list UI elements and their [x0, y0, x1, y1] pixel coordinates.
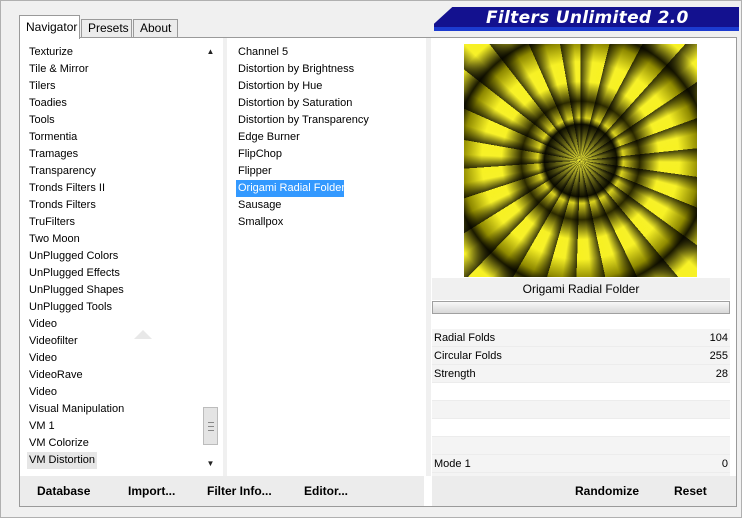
- param-row: [432, 383, 730, 401]
- param-row[interactable]: Circular Folds 255: [432, 347, 730, 365]
- category-item[interactable]: UnPlugged Tools: [27, 299, 199, 316]
- filter-item[interactable]: Origami Radial Folder: [236, 180, 345, 197]
- category-item[interactable]: Video: [27, 316, 199, 333]
- category-item[interactable]: Tormentia: [27, 129, 199, 146]
- category-item[interactable]: Tronds Filters: [27, 197, 199, 214]
- navigator-panel: Texturize Tile & Mirror Tilers Toadies Tools…: [19, 37, 737, 507]
- filter-item[interactable]: Distortion by Transparency: [236, 112, 426, 129]
- category-item[interactable]: VideoRave: [27, 367, 199, 384]
- param-label: Mode 1: [434, 458, 471, 470]
- category-item[interactable]: UnPlugged Effects: [27, 265, 199, 282]
- category-item[interactable]: VM 1: [27, 418, 199, 435]
- slider-pointer-icon: [134, 330, 152, 339]
- category-item[interactable]: VM Distortion: [27, 452, 97, 469]
- selected-filter-name: Origami Radial Folder: [432, 278, 730, 300]
- param-value: 255: [709, 350, 728, 362]
- category-item[interactable]: VM Stylize: [27, 469, 199, 470]
- bottom-toolbar: Database Import... Filter Info... Editor…: [20, 476, 736, 506]
- filter-item[interactable]: Smallpox: [236, 214, 426, 231]
- list-divider: [223, 38, 227, 476]
- param-row: [432, 419, 730, 437]
- param-label: Circular Folds: [434, 350, 502, 362]
- category-item[interactable]: Texturize: [27, 44, 199, 61]
- param-label: Radial Folds: [434, 332, 496, 344]
- category-item[interactable]: UnPlugged Colors: [27, 248, 199, 265]
- param-row: [432, 401, 730, 419]
- category-item[interactable]: Transparency: [27, 163, 199, 180]
- scroll-thumb[interactable]: [203, 407, 218, 445]
- grip-icon: [208, 422, 214, 431]
- import-button[interactable]: Import...: [128, 480, 175, 502]
- category-item[interactable]: Tramages: [27, 146, 199, 163]
- database-button[interactable]: Database: [37, 480, 90, 502]
- filter-info-button[interactable]: Filter Info...: [207, 480, 272, 502]
- category-item[interactable]: Videofilter: [27, 333, 199, 350]
- scroll-up-icon[interactable]: ▲: [202, 44, 219, 60]
- filter-item[interactable]: Flipper: [236, 163, 426, 180]
- reset-button[interactable]: Reset: [674, 480, 707, 502]
- category-item[interactable]: Tilers: [27, 78, 199, 95]
- category-item[interactable]: UnPlugged Shapes: [27, 282, 199, 299]
- banner-title: Filters Unlimited 2.0: [486, 8, 689, 28]
- filter-item[interactable]: Distortion by Saturation: [236, 95, 426, 112]
- filter-item[interactable]: Distortion by Hue: [236, 78, 426, 95]
- filter-item[interactable]: Edge Burner: [236, 129, 426, 146]
- param-row: [432, 437, 730, 455]
- randomize-button[interactable]: Randomize: [575, 480, 639, 502]
- filter-item[interactable]: Distortion by Brightness: [236, 61, 426, 78]
- param-label: Strength: [434, 368, 476, 380]
- param-value: 0: [721, 458, 728, 470]
- filter-item[interactable]: FlipChop: [236, 146, 426, 163]
- category-item[interactable]: Tools: [27, 112, 199, 129]
- filter-list[interactable]: Channel 5 Distortion by Brightness Distort…: [236, 44, 426, 470]
- right-button-bar: Randomize Reset: [432, 476, 736, 506]
- scroll-down-icon[interactable]: ▼: [202, 456, 219, 472]
- category-scrollbar[interactable]: ▲ ▼: [202, 44, 219, 472]
- param-row[interactable]: Mode 1 0: [432, 455, 730, 473]
- filter-item[interactable]: Channel 5: [236, 44, 426, 61]
- param-value: 28: [715, 368, 728, 380]
- category-item[interactable]: VM Colorize: [27, 435, 199, 452]
- editor-button[interactable]: Editor...: [304, 480, 348, 502]
- parameter-list: Radial Folds 104 Circular Folds 255 Strength…: [432, 329, 730, 491]
- category-list[interactable]: Texturize Tile & Mirror Tilers Toadies Tools…: [27, 44, 199, 470]
- category-item[interactable]: TruFilters: [27, 214, 199, 231]
- preview-image: [464, 44, 697, 277]
- title-banner: Filters Unlimited 2.0: [434, 7, 739, 31]
- category-item[interactable]: Video: [27, 384, 199, 401]
- filters-unlimited-window: Navigator Presets About Filters Unlimite…: [0, 0, 742, 518]
- category-item[interactable]: Two Moon: [27, 231, 199, 248]
- category-item[interactable]: Tronds Filters II: [27, 180, 199, 197]
- tab-navigator[interactable]: Navigator: [19, 15, 80, 39]
- preview-fold-overlay: [464, 44, 697, 277]
- param-row[interactable]: Strength 28: [432, 365, 730, 383]
- category-item[interactable]: Tile & Mirror: [27, 61, 199, 78]
- progress-bar: [432, 301, 730, 314]
- tab-presets[interactable]: Presets: [81, 19, 132, 38]
- category-item[interactable]: Toadies: [27, 95, 199, 112]
- category-item[interactable]: Video: [27, 350, 199, 367]
- preview-divider: [426, 38, 431, 476]
- left-button-bar: Database Import... Filter Info... Editor…: [20, 476, 424, 506]
- filter-item[interactable]: Sausage: [236, 197, 426, 214]
- category-item[interactable]: Visual Manipulation: [27, 401, 199, 418]
- param-row[interactable]: Radial Folds 104: [432, 329, 730, 347]
- tab-about[interactable]: About: [133, 19, 178, 38]
- param-value: 104: [709, 332, 728, 344]
